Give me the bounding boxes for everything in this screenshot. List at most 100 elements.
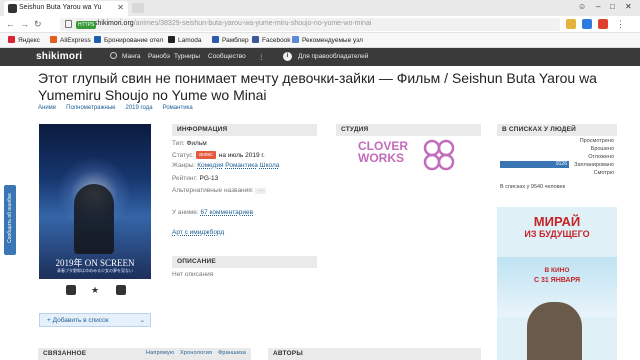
bookmark-item[interactable]: Рамблер: [212, 36, 249, 44]
list-planned: Запланировано: [574, 162, 614, 168]
related-tab-direct[interactable]: Напрямую: [146, 350, 174, 356]
address-bar[interactable]: HTTPS shikimori.org/animes/38329-seishun…: [60, 18, 560, 31]
info-icon: i: [283, 52, 292, 61]
ad-title: МИРАЙ ИЗ БУДУЩЕГО: [524, 214, 590, 239]
bookmark-item[interactable]: Яндекс: [8, 36, 40, 44]
nav-item-community[interactable]: Сообщество: [208, 53, 246, 60]
minimize-icon[interactable]: –: [596, 2, 600, 11]
add-to-list-label: Добавить в список: [52, 317, 109, 324]
info-type: Тип: Фильм: [172, 140, 207, 147]
description-heading: ОПИСАНИЕ: [172, 256, 317, 268]
bookmark-item[interactable]: Lamoda: [168, 36, 202, 44]
site-favicon-icon: [8, 4, 17, 13]
related-heading: СВЯЗАННОЕ Напрямую Хронология Франшиза: [38, 348, 251, 360]
bookmark-facebook-icon: [252, 36, 259, 43]
poster-subtitle: 青春ブタ野郎はゆめみる少女の夢を見ない: [57, 268, 133, 273]
comments-icon[interactable]: [66, 285, 76, 295]
breadcrumb-item[interactable]: Аниме: [38, 105, 56, 111]
user-menu-icon[interactable]: ⋮: [258, 53, 265, 61]
art-link[interactable]: Арт с имиджборд: [172, 229, 224, 236]
profile-icon[interactable]: ☺: [578, 2, 586, 11]
forward-icon[interactable]: →: [20, 19, 29, 29]
info-comments: У аниме: 67 комментариев: [172, 209, 254, 216]
studio-name-line2: WORKS: [358, 151, 404, 165]
poster-image[interactable]: 2019年 ON SCREEN 青春ブタ野郎はゆめみる少女の夢を見ない: [39, 124, 151, 279]
nav-item-copyright[interactable]: Для правообладателей: [298, 53, 368, 60]
studio-logo[interactable]: CLOVER WORKS: [358, 140, 408, 164]
feedback-label: Сообщить об ошибке: [7, 193, 13, 243]
studio-heading: СТУДИЯ: [336, 124, 481, 136]
extension-adblock-icon[interactable]: [598, 19, 608, 29]
info-genres: Жанры: Комедия Романтика Школа: [172, 162, 280, 169]
info-alt-names: Альтернативные названия: ···: [172, 187, 267, 194]
list-total: В списках у 9540 человек: [500, 184, 566, 190]
bookmark-lamoda-icon: [168, 36, 175, 43]
bookmark-rambler-icon: [212, 36, 219, 43]
ad-figure: [527, 302, 582, 360]
bookmark-recommended-icon: [292, 36, 299, 43]
bookmark-aliexpress-icon: [50, 36, 57, 43]
menu-icon[interactable]: ⋮: [616, 19, 625, 30]
site-header: shikimori Манга Ранобэ Турниры Сообществ…: [0, 48, 640, 66]
https-badge: HTTPS: [76, 21, 97, 29]
related-tab-chronology[interactable]: Хронология: [180, 350, 212, 356]
nav-item-tournaments[interactable]: Турниры: [174, 53, 200, 60]
ad-release-line2: С 31 ЯНВАРЯ: [533, 277, 581, 284]
window-close-icon[interactable]: ✕: [625, 2, 632, 11]
genre-link[interactable]: Школа: [260, 162, 280, 169]
info-rating: Рейтинг: PG-13: [172, 175, 219, 182]
back-icon[interactable]: ←: [6, 19, 15, 29]
related-tab-franchise[interactable]: Франшиза: [218, 350, 246, 356]
ad-release-line1: В КИНО: [544, 267, 570, 274]
bookmark-yandex-icon: [8, 36, 15, 43]
extension-icon[interactable]: [582, 19, 592, 29]
bookmark-star-icon[interactable]: [566, 19, 576, 29]
ad-banner[interactable]: МИРАЙ ИЗ БУДУЩЕГО В КИНО С 31 ЯНВАРЯ: [497, 207, 617, 360]
comments-link[interactable]: 67 комментариев: [200, 209, 253, 216]
new-tab-button[interactable]: [132, 3, 144, 13]
search-icon[interactable]: [110, 52, 117, 59]
maximize-icon[interactable]: □: [610, 2, 615, 11]
browser-toolbar: ← → ↻ HTTPS shikimori.org/animes/38329-s…: [0, 16, 640, 33]
clover-icon: [423, 139, 455, 171]
close-tab-icon[interactable]: ✕: [117, 3, 124, 12]
url-path: /animes/38329-seishun-buta-yarou-wa-yume…: [133, 20, 372, 27]
poster-figure: [74, 184, 114, 254]
browser-tabstrip: Seishun Buta Yarou wa Yu ✕ ☺ – □ ✕: [0, 0, 640, 16]
bookmark-item[interactable]: AliExpress: [50, 36, 91, 44]
authors-heading: АВТОРЫ: [268, 348, 481, 360]
bookmark-item[interactable]: Бронирование отел: [94, 36, 163, 44]
feedback-tab[interactable]: Сообщить об ошибке: [4, 185, 16, 255]
lock-icon: [65, 20, 72, 28]
user-lists-heading: В СПИСКАХ У ЛЮДЕЙ: [497, 124, 617, 136]
info-status: Статус: анонс на июль 2019 г.: [172, 151, 265, 159]
breadcrumb: Аниме Полнометражные 2019 года Романтика: [38, 105, 203, 111]
breadcrumb-item[interactable]: Романтика: [163, 105, 193, 111]
description-text: Нет описания: [172, 271, 214, 278]
info-heading: ИНФОРМАЦИЯ: [172, 124, 317, 136]
breadcrumb-item[interactable]: Полнометражные: [66, 105, 115, 111]
browser-tab[interactable]: Seishun Buta Yarou wa Yu ✕: [4, 1, 128, 16]
site-logo[interactable]: shikimori: [36, 51, 82, 62]
chevron-down-icon[interactable]: ⌄: [140, 316, 145, 324]
nav-item-ranobe[interactable]: Ранобэ: [148, 53, 170, 60]
reload-icon[interactable]: ↻: [34, 19, 42, 30]
nav-item-manga[interactable]: Манга: [122, 53, 141, 60]
tab-title: Seishun Buta Yarou wa Yu: [19, 4, 102, 11]
bookmark-item[interactable]: Рекомендуемые узл: [292, 36, 363, 44]
genre-link[interactable]: Романтика: [225, 162, 258, 169]
list-watching: Смотрю: [593, 170, 614, 176]
favorite-star-icon[interactable]: ★: [91, 285, 101, 295]
list-watched: Просмотрено: [579, 138, 614, 144]
bookmark-item[interactable]: Facebook: [252, 36, 291, 44]
bookmark-booking-icon: [94, 36, 101, 43]
status-badge: анонс: [196, 151, 216, 159]
settings-icon[interactable]: [116, 285, 126, 295]
breadcrumb-item[interactable]: 2019 года: [125, 105, 152, 111]
add-to-list-button[interactable]: + Добавить в список ⌄: [39, 313, 151, 327]
alt-names-button[interactable]: ···: [255, 188, 267, 194]
url-domain: shikimori.org: [94, 20, 134, 27]
genre-link[interactable]: Комедия: [197, 162, 223, 169]
info-art: Арт с имиджборд: [172, 229, 224, 236]
list-dropped: Брошено: [590, 146, 614, 152]
